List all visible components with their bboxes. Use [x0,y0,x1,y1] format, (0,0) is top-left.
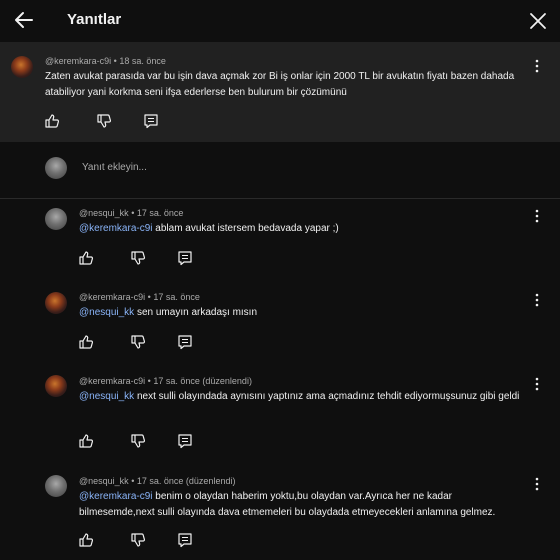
reply-icon[interactable] [177,433,193,449]
like-icon[interactable] [78,532,94,548]
comment-meta: @keremkara-c9i • 17 sa. önce [79,292,200,302]
dislike-icon[interactable] [130,250,146,266]
reply-icon[interactable] [143,113,159,129]
dislike-icon[interactable] [130,334,146,350]
more-options-icon[interactable] [532,209,542,223]
comment-author[interactable]: @keremkara-c9i [79,376,145,386]
meta-separator: • [147,376,151,386]
edited-label: (düzenlendi) [202,376,252,386]
reply-icon[interactable] [177,532,193,548]
like-icon[interactable] [78,334,94,350]
comment-author[interactable]: @nesqui_kk [79,476,129,486]
avatar[interactable] [45,475,67,497]
comment-time: 17 sa. önce [153,292,200,302]
dislike-icon[interactable] [130,433,146,449]
dislike-icon[interactable] [96,113,112,129]
user-avatar [45,157,67,179]
comment-text: Zaten avukat parasıda var bu işin dava a… [45,71,515,98]
avatar[interactable] [45,375,67,397]
mention-link[interactable]: @nesqui_kk [79,307,134,318]
comment-text: @keremkara-c9i ablam avukat istersem bed… [79,221,534,237]
more-options-icon[interactable] [532,377,542,391]
more-options-icon[interactable] [532,477,542,491]
comment-time: 17 sa. önce [136,476,184,486]
reply-icon[interactable] [177,250,193,266]
edited-label: (düzenlendi) [185,476,236,486]
comment-author[interactable]: @keremkara-c9i [45,56,111,66]
comment-text: @keremkara-c9i benim o olaydan haberim y… [79,489,524,520]
reply-text: ablam avukat istersem bedavada yapar ;) [155,223,339,234]
comment-text: @nesqui_kk next sulli olayındada aynısın… [79,389,524,405]
meta-separator: • [113,56,117,66]
mention-link[interactable]: @nesqui_kk [79,391,134,402]
comment-author[interactable]: @keremkara-c9i [79,292,145,302]
back-arrow-icon[interactable] [12,8,36,32]
comment-time: 18 sa. önce [119,56,166,66]
mention-link[interactable]: @keremkara-c9i [79,491,153,502]
comment-text: @nesqui_kk sen umayın arkadaşı mısın [79,305,534,321]
reply-text: sen umayın arkadaşı mısın [136,307,258,318]
meta-separator: • [147,292,151,302]
comment-meta: @keremkara-c9i • 18 sa. önce [45,56,166,66]
reply-input[interactable]: Yanıt ekleyin... [82,162,147,173]
avatar[interactable] [45,208,67,230]
mention-link[interactable]: @keremkara-c9i [79,223,153,234]
comment-meta: @nesqui_kk • 17 sa. önce [79,208,183,218]
like-icon[interactable] [78,250,94,266]
comment-time: 17 sa. önce [136,208,184,218]
header-bar: Yanıtlar [0,0,560,42]
close-icon[interactable] [527,10,549,32]
reply-text: next sulli olayındada aynısını yaptınız … [136,391,520,402]
more-options-icon[interactable] [532,59,542,73]
divider [0,198,560,199]
like-icon[interactable] [78,433,94,449]
like-icon[interactable] [44,113,60,129]
meta-separator: • [131,208,135,218]
more-options-icon[interactable] [532,293,542,307]
parent-comment: @keremkara-c9i • 18 sa. önce Zaten avuka… [0,42,560,142]
dislike-icon[interactable] [130,532,146,548]
avatar[interactable] [45,292,67,314]
meta-separator: • [131,476,135,486]
comment-meta: @keremkara-c9i • 17 sa. önce (düzenlendi… [79,376,252,386]
comment-author[interactable]: @nesqui_kk [79,208,129,218]
page-title: Yanıtlar [67,11,122,28]
reply-icon[interactable] [177,334,193,350]
comment-meta: @nesqui_kk • 17 sa. önce (düzenlendi) [79,476,235,486]
avatar[interactable] [11,56,33,78]
comment-time: 17 sa. önce [153,376,200,386]
